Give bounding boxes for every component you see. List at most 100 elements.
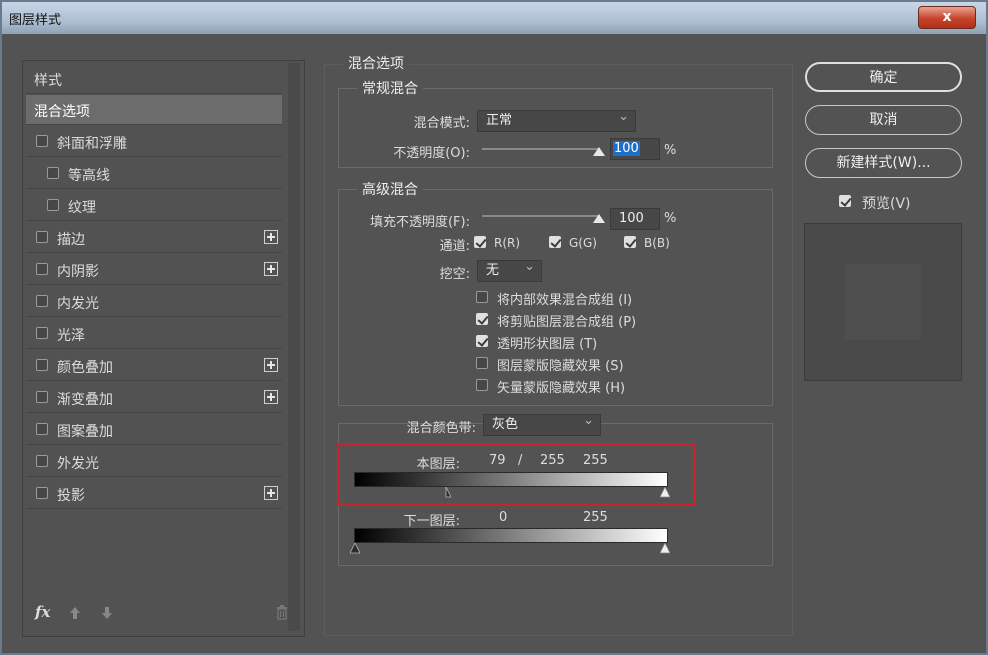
blend-mode-label: 混合模式: bbox=[413, 116, 470, 131]
sidebar-item-satin[interactable]: 光泽 bbox=[26, 319, 282, 349]
underlying-layer-value-2: 255 bbox=[583, 510, 608, 525]
underlying-layer-black-thumb[interactable] bbox=[350, 543, 360, 554]
layer-mask-hides-label: 图层蒙版隐藏效果 (S) bbox=[497, 359, 624, 374]
fill-opacity-slider[interactable] bbox=[482, 215, 600, 217]
transparency-shapes-label: 透明形状图层 (T) bbox=[497, 337, 598, 352]
channels-label: 通道: bbox=[439, 239, 470, 254]
pattern-overlay-checkbox[interactable] bbox=[36, 423, 48, 435]
bevel-emboss-checkbox[interactable] bbox=[36, 135, 48, 147]
arrow-up-icon[interactable] bbox=[69, 606, 81, 620]
sidebar-item-label: 纹理 bbox=[68, 200, 96, 216]
underlying-layer-label: 下一图层: bbox=[403, 514, 460, 529]
drop-shadow-checkbox[interactable] bbox=[36, 487, 48, 499]
sidebar-item-label: 内发光 bbox=[57, 296, 99, 312]
close-button[interactable]: x bbox=[918, 6, 976, 29]
title-bar: 图层样式 x bbox=[2, 2, 986, 34]
fill-opacity-unit: % bbox=[664, 211, 677, 226]
blend-clipped-layers-label: 将剪贴图层混合成组 (P) bbox=[497, 315, 637, 330]
sidebar-item-blending-options[interactable]: 混合选项 bbox=[26, 95, 282, 125]
add-color-overlay-plus-icon[interactable] bbox=[264, 358, 278, 372]
add-gradient-overlay-plus-icon[interactable] bbox=[264, 390, 278, 404]
ok-button[interactable]: 确定 bbox=[805, 62, 962, 92]
vector-mask-hides-label: 矢量蒙版隐藏效果 (H) bbox=[497, 381, 626, 396]
color-overlay-checkbox[interactable] bbox=[36, 359, 48, 371]
channel-r-label: R(R) bbox=[494, 236, 521, 250]
blend-interior-effects-checkbox[interactable] bbox=[476, 291, 488, 303]
general-blending-title: 常规混合 bbox=[357, 78, 423, 98]
preview-label: 预览(V) bbox=[862, 196, 911, 212]
preview-checkbox[interactable] bbox=[839, 195, 851, 207]
sidebar-item-gradient-overlay[interactable]: 渐变叠加 bbox=[26, 383, 282, 413]
sidebar-item-label: 光泽 bbox=[57, 328, 85, 344]
sidebar-item-label: 外发光 bbox=[57, 456, 99, 472]
blend-mode-select[interactable]: 正常 bbox=[477, 107, 636, 132]
sidebar-item-contour[interactable]: 等高线 bbox=[26, 159, 282, 189]
layer-style-dialog: 图层样式 x 样式 混合选项 斜面和浮雕 等高线 纹理 描边 内阴影 内发光 光… bbox=[0, 0, 988, 655]
sidebar-item-label: 等高线 bbox=[68, 168, 110, 184]
add-inner-shadow-plus-icon[interactable] bbox=[264, 262, 278, 276]
contour-checkbox[interactable] bbox=[47, 167, 59, 179]
sidebar-item-label: 斜面和浮雕 bbox=[57, 136, 127, 152]
channel-g-label: G(G) bbox=[569, 236, 597, 250]
blend-clipped-layers-checkbox[interactable] bbox=[476, 313, 488, 325]
sidebar-item-drop-shadow[interactable]: 投影 bbox=[26, 479, 282, 509]
texture-checkbox[interactable] bbox=[47, 199, 59, 211]
underlying-layer-white-thumb[interactable] bbox=[660, 543, 670, 554]
sidebar-item-color-overlay[interactable]: 颜色叠加 bbox=[26, 351, 282, 381]
fx-icon[interactable]: fx bbox=[35, 603, 50, 621]
arrow-down-icon[interactable] bbox=[101, 606, 113, 620]
knockout-select[interactable]: 无 bbox=[477, 257, 542, 282]
advanced-blending-title: 高级混合 bbox=[357, 179, 423, 199]
sidebar-item-pattern-overlay[interactable]: 图案叠加 bbox=[26, 415, 282, 445]
preview-inner-square bbox=[845, 264, 921, 340]
knockout-label: 挖空: bbox=[439, 267, 470, 282]
sidebar-item-label: 混合选项 bbox=[34, 104, 90, 120]
sidebar-item-label: 描边 bbox=[57, 232, 85, 248]
sidebar-item-bevel-emboss[interactable]: 斜面和浮雕 bbox=[26, 127, 282, 157]
fill-opacity-input[interactable]: 100 bbox=[610, 208, 660, 230]
underlying-layer-gradient[interactable] bbox=[354, 528, 668, 543]
channel-r-checkbox[interactable] bbox=[474, 236, 486, 248]
opacity-input[interactable]: 100 bbox=[610, 138, 660, 160]
transparency-shapes-checkbox[interactable] bbox=[476, 335, 488, 347]
add-drop-shadow-plus-icon[interactable] bbox=[264, 486, 278, 500]
highlight-annotation-box bbox=[337, 443, 696, 506]
opacity-label: 不透明度(O): bbox=[393, 146, 470, 161]
cancel-button[interactable]: 取消 bbox=[805, 105, 962, 135]
sidebar-item-label: 渐变叠加 bbox=[57, 392, 113, 408]
inner-shadow-checkbox[interactable] bbox=[36, 263, 48, 275]
blend-interior-effects-label: 将内部效果混合成组 (I) bbox=[497, 293, 633, 308]
blend-if-select[interactable]: 灰色 bbox=[483, 411, 601, 436]
sidebar-scrollbar[interactable] bbox=[288, 63, 300, 631]
satin-checkbox[interactable] bbox=[36, 327, 48, 339]
underlying-layer-value-1: 0 bbox=[499, 510, 508, 525]
outer-glow-checkbox[interactable] bbox=[36, 455, 48, 467]
sidebar-item-texture[interactable]: 纹理 bbox=[26, 191, 282, 221]
new-style-button[interactable]: 新建样式(W)... bbox=[805, 148, 962, 178]
sidebar-item-stroke[interactable]: 描边 bbox=[26, 223, 282, 253]
channel-g-checkbox[interactable] bbox=[549, 236, 561, 248]
fill-opacity-slider-thumb[interactable] bbox=[593, 214, 605, 223]
styles-sidebar: 样式 混合选项 斜面和浮雕 等高线 纹理 描边 内阴影 内发光 光泽 颜色叠加 … bbox=[22, 60, 305, 637]
opacity-slider[interactable] bbox=[482, 148, 600, 150]
sidebar-item-inner-shadow[interactable]: 内阴影 bbox=[26, 255, 282, 285]
vector-mask-hides-checkbox[interactable] bbox=[476, 379, 488, 391]
layer-mask-hides-checkbox[interactable] bbox=[476, 357, 488, 369]
sidebar-item-label: 投影 bbox=[57, 488, 85, 504]
opacity-slider-thumb[interactable] bbox=[593, 147, 605, 156]
sidebar-header: 样式 bbox=[26, 64, 282, 94]
style-preview-swatch bbox=[804, 223, 962, 381]
opacity-unit: % bbox=[664, 143, 677, 158]
gradient-overlay-checkbox[interactable] bbox=[36, 391, 48, 403]
window-title: 图层样式 bbox=[9, 13, 62, 28]
channel-b-checkbox[interactable] bbox=[624, 236, 636, 248]
sidebar-item-outer-glow[interactable]: 外发光 bbox=[26, 447, 282, 477]
trash-icon[interactable] bbox=[276, 605, 288, 620]
fill-opacity-label: 填充不透明度(F): bbox=[369, 215, 470, 230]
inner-glow-checkbox[interactable] bbox=[36, 295, 48, 307]
sidebar-item-label: 内阴影 bbox=[57, 264, 99, 280]
stroke-checkbox[interactable] bbox=[36, 231, 48, 243]
section-title: 混合选项 bbox=[343, 53, 409, 73]
add-stroke-plus-icon[interactable] bbox=[264, 230, 278, 244]
sidebar-item-inner-glow[interactable]: 内发光 bbox=[26, 287, 282, 317]
